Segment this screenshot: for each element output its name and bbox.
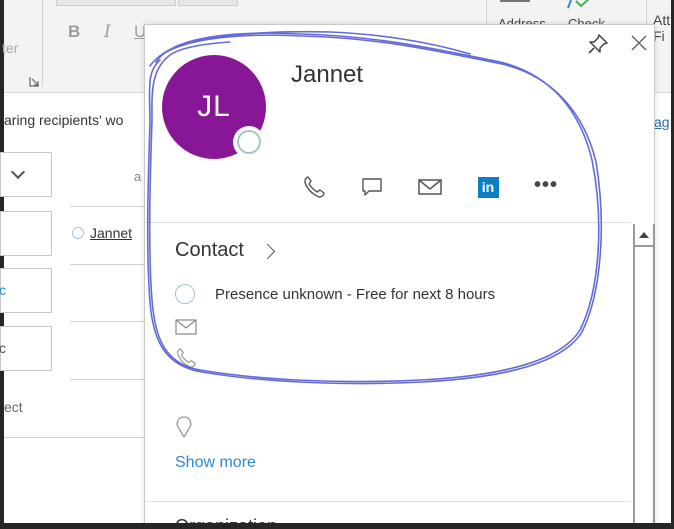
close-icon[interactable] <box>629 33 649 53</box>
cc-button[interactable]: c <box>0 268 52 313</box>
call-button[interactable] <box>285 173 343 201</box>
mailtips-info-bar: aring recipients' wo <box>4 112 124 128</box>
presence-status: Presence unknown - Free for next 8 hours <box>215 285 496 303</box>
field-underline <box>70 321 144 322</box>
field-underline <box>70 264 144 265</box>
recipient-chip[interactable]: Jannet <box>72 225 132 241</box>
arrow-up-icon <box>639 231 649 238</box>
chevron-right-icon <box>259 243 276 260</box>
presence-icon <box>175 284 195 304</box>
mail-icon <box>418 179 442 195</box>
pin-icon[interactable] <box>587 33 609 55</box>
show-more-link[interactable]: Show more <box>175 454 256 472</box>
field-underline <box>70 206 144 207</box>
email-row[interactable] <box>175 319 197 335</box>
ribbon-separator <box>42 0 43 86</box>
italic-button[interactable]: I <box>104 22 111 42</box>
from-dropdown[interactable] <box>0 152 52 197</box>
linkedin-button[interactable]: in <box>459 173 517 201</box>
scrollbar[interactable] <box>633 224 655 529</box>
email-button[interactable] <box>401 173 459 201</box>
font-size-box[interactable] <box>178 0 238 6</box>
font-name-box[interactable] <box>56 0 176 6</box>
bcc-button[interactable]: c <box>0 326 52 371</box>
field-underline <box>70 379 144 380</box>
phone-row[interactable] <box>175 347 197 369</box>
card-divider <box>145 222 631 223</box>
mail-icon <box>175 319 197 335</box>
avatar-initials: JL <box>197 90 231 123</box>
dialog-launcher-icon[interactable] <box>29 76 40 87</box>
phone-icon <box>304 176 325 198</box>
contact-actions: in ••• <box>285 173 575 201</box>
contact-card: JL Jannet in ••• Contact Presence unknow… <box>144 24 655 529</box>
recipient-name[interactable]: Jannet <box>90 225 132 241</box>
subject-underline <box>4 437 144 438</box>
presence-row: Presence unknown - Free for next 8 hours <box>175 284 495 304</box>
ribbon-group-label: ter <box>2 40 19 56</box>
subject-label: ect <box>4 399 23 415</box>
more-button[interactable]: ••• <box>517 173 575 201</box>
to-button[interactable] <box>0 211 52 256</box>
cc-label: c <box>0 282 6 298</box>
chat-button[interactable] <box>343 173 401 201</box>
chevron-down-icon <box>10 164 26 180</box>
attach-file-label[interactable]: Att Fi <box>653 12 671 44</box>
linkedin-icon: in <box>477 176 499 198</box>
location-pin-icon <box>176 416 192 438</box>
contact-name: Jannet <box>291 61 364 88</box>
bcc-label: c <box>0 340 6 356</box>
presence-icon <box>72 227 84 239</box>
mailtips-link[interactable]: ag <box>654 114 670 130</box>
scroll-up-button[interactable] <box>635 224 653 247</box>
section-title: Contact <box>175 239 244 261</box>
check-names-icon <box>567 0 590 9</box>
location-row[interactable] <box>175 415 193 439</box>
chat-icon <box>362 178 382 196</box>
bold-button[interactable]: B <box>68 22 80 42</box>
card-divider <box>145 501 631 502</box>
to-field-fragment: a <box>134 169 142 184</box>
attach-label-line2: Fi <box>653 28 665 44</box>
address-book-icon <box>500 0 530 2</box>
more-icon: ••• <box>533 174 558 196</box>
phone-icon <box>177 348 196 368</box>
window-edge-bottom <box>0 523 674 529</box>
avatar-presence-badge <box>233 126 265 158</box>
contact-section-header[interactable]: Contact <box>175 239 276 262</box>
attach-label-line1: Att <box>653 12 671 28</box>
